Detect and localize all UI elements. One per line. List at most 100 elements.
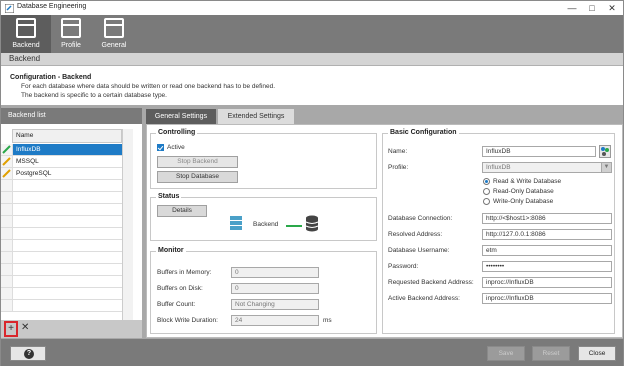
basic-configuration-title: Basic Configuration [388,129,459,136]
row-name: InfluxDB [16,146,41,153]
close-window-button[interactable]: ✕ [604,2,620,14]
backend-list-title: Backend list [8,112,46,119]
buffers-disk-field: 0 [231,283,319,294]
minimize-button[interactable]: — [564,2,580,14]
backend-icon [16,18,36,38]
section-header: Backend [1,53,623,66]
backend-list-scrollbar[interactable] [122,129,133,325]
name-field[interactable]: InfluxDB [482,146,596,157]
name-column-header[interactable]: Name [12,129,122,143]
footer-bar: ? Save Reset Close [1,339,623,366]
resolved-address-label: Resolved Address: [388,231,443,238]
buffer-count-field: Not Changing [231,299,319,310]
profile-icon [61,18,81,38]
username-label: Database Username: [388,247,450,254]
maximize-button[interactable]: □ [584,2,600,14]
name-label: Name: [388,148,408,155]
database-engineering-window: Database Engineering — □ ✕ Backend Profi… [0,0,624,366]
close-button[interactable]: Close [578,346,616,361]
nav-backend-label: Backend [12,42,40,49]
reset-button[interactable]: Reset [532,346,570,361]
stop-backend-button[interactable]: Stop Backend [157,156,238,168]
details-button[interactable]: Details [157,205,207,217]
buffers-disk-label: Buffers on Disk: [157,285,203,292]
db-connection-field[interactable]: http://<$host1>:8086 [482,213,612,224]
active-checkbox[interactable] [157,144,164,151]
general-icon [104,18,124,38]
row-indicator [1,156,12,168]
backend-list-header: Backend list [1,108,142,124]
tab-extended-settings[interactable]: Extended Settings [218,109,294,124]
controlling-title: Controlling [156,129,198,136]
read-write-radio[interactable] [483,178,490,185]
password-field[interactable]: •••••••• [482,261,612,272]
db-status-icon [2,157,11,166]
username-field[interactable]: etm [482,245,612,256]
add-backend-button[interactable]: + [4,321,18,337]
table-row[interactable]: MSSQL [12,156,122,168]
buffers-memory-field: 0 [231,267,319,278]
status-title: Status [156,193,182,200]
title-bar: Database Engineering — □ ✕ [1,1,623,15]
window-title: Database Engineering [17,3,87,10]
database-icon [305,215,319,232]
basic-configuration-group: Basic Configuration Name: InfluxDB Profi… [382,129,615,334]
password-label: Password: [388,263,419,270]
read-only-radio[interactable] [483,188,490,195]
block-write-field: 24 [231,315,319,326]
info-line-1: For each database where data should be w… [21,83,276,90]
save-button[interactable]: Save [487,346,525,361]
row-name: MSSQL [16,158,39,165]
help-button[interactable]: ? [10,346,46,361]
nav-general-label: General [101,42,127,49]
status-backend-label: Backend [253,221,279,228]
section-title: Backend [9,54,41,63]
buffers-memory-label: Buffers in Memory: [157,269,212,276]
controlling-group: Controlling Active Stop Backend Stop Dat… [150,129,377,189]
help-icon: ? [24,349,34,359]
db-connection-label: Database Connection: [388,215,453,222]
nav-backend[interactable]: Backend [1,15,51,53]
profile-select[interactable]: InfluxDB [482,162,602,173]
table-row[interactable]: PostgreSQL [12,168,122,180]
buffer-count-label: Buffer Count: [157,301,196,308]
requested-address-field: inproc://InfluxDB [482,277,612,288]
connection-line [286,225,302,227]
info-line-2: The backend is specific to a certain dat… [21,92,167,99]
top-navigation: Backend Profile General [1,15,623,53]
monitor-title: Monitor [156,247,186,254]
active-address-label: Active Backend Address: [388,295,460,302]
resolved-address-field: http://127.0.0.1:8086 [482,229,612,240]
profile-label: Profile: [388,164,409,171]
active-label: Active [167,144,185,151]
info-box: Configuration - Backend For each databas… [1,66,623,105]
active-address-field: inproc://InfluxDB [482,293,612,304]
block-write-label: Block Write Duration: [157,317,218,324]
row-indicator [1,144,12,156]
name-column-label: Name [16,132,34,139]
row-name: PostgreSQL [16,170,52,177]
chevron-down-icon[interactable]: ▼ [601,162,612,173]
write-only-radio[interactable] [483,198,490,205]
backend-list-panel: Backend list Name InfluxDB MSSQL Postgre… [1,108,142,338]
general-settings-panel: Controlling Active Stop Backend Stop Dat… [146,124,623,338]
settings-tabs: General Settings Extended Settings [146,109,623,124]
color-palette-icon[interactable] [599,145,611,158]
stop-database-button[interactable]: Stop Database [157,171,238,183]
nav-general[interactable]: General [89,15,139,53]
block-write-unit: ms [323,317,332,324]
db-status-icon [2,145,11,154]
requested-address-label: Requested Backend Address: [388,279,474,286]
write-only-label: Write-Only Database [493,198,554,205]
status-group: Status Details Backend [150,193,377,241]
remove-backend-button[interactable]: ✕ [21,322,29,333]
monitor-group: Monitor Buffers in Memory: 0 Buffers on … [150,247,377,334]
table-row[interactable]: InfluxDB [12,144,122,156]
row-indicator [1,168,12,180]
backend-list-toolbar: + ✕ [1,320,142,338]
tab-general-settings[interactable]: General Settings [146,109,216,124]
info-heading: Configuration - Backend [10,74,92,81]
backend-grid: Name InfluxDB MSSQL PostgreSQL [1,126,142,326]
read-only-label: Read-Only Database [493,188,554,195]
server-icon [230,216,242,230]
